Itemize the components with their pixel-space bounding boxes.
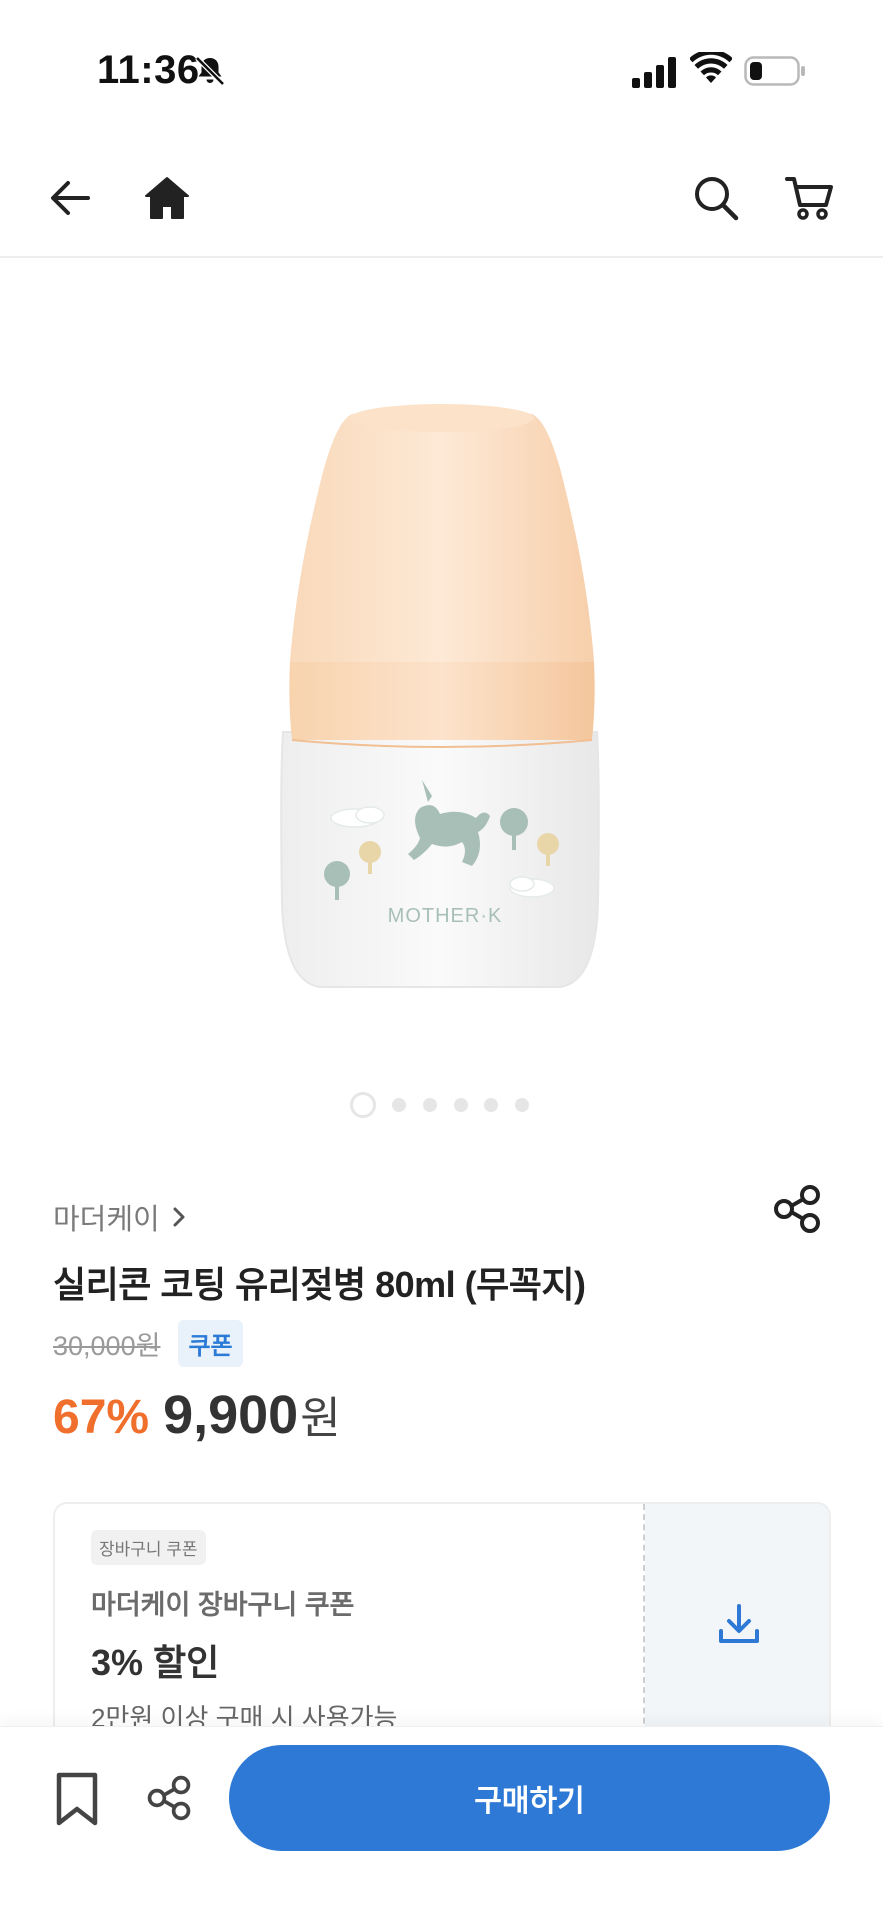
- bottom-action-bar: 구매하기: [0, 1726, 883, 1920]
- carousel-dot[interactable]: [454, 1098, 468, 1112]
- share-button-bottom[interactable]: [140, 1769, 198, 1827]
- arrow-left-icon: [51, 181, 90, 215]
- bell-slash-icon: [195, 56, 225, 86]
- search-icon: [695, 177, 739, 221]
- coupon-name: 마더케이 장바구니 쿠폰: [91, 1590, 355, 1620]
- carousel-dot[interactable]: [484, 1098, 498, 1112]
- currency-unit: 원: [300, 1394, 341, 1443]
- buy-button[interactable]: 구매하기: [229, 1745, 830, 1851]
- baby-bottle-image: MOTHER·K: [280, 404, 600, 988]
- brand-name: 마더케이: [53, 1204, 160, 1236]
- home-icon: [145, 177, 189, 219]
- chevron-right-icon: [173, 1207, 185, 1227]
- discount-rate: 67%: [53, 1391, 150, 1444]
- share-button[interactable]: [770, 1182, 824, 1236]
- carousel-dot[interactable]: [350, 1092, 376, 1118]
- cellular-signal-icon: [632, 57, 676, 88]
- carousel-dot[interactable]: [515, 1098, 529, 1112]
- product-title: 실리콘 코팅 유리젖병 80ml (무꼭지): [53, 1264, 586, 1305]
- coupon-info: 장바구니 쿠폰 마더케이 장바구니 쿠폰 3% 할인 2만원 이상 구매 시 사…: [55, 1504, 643, 1740]
- coupon-discount: 3% 할인: [91, 1642, 220, 1683]
- coupon-card: 장바구니 쿠폰 마더케이 장바구니 쿠폰 3% 할인 2만원 이상 구매 시 사…: [53, 1502, 831, 1742]
- original-price-row: 30,000원 쿠폰: [53, 1320, 243, 1367]
- carousel-dot[interactable]: [423, 1098, 437, 1112]
- bookmark-button[interactable]: [48, 1767, 106, 1831]
- coupon-badge: 쿠폰: [178, 1320, 243, 1367]
- share-icon: [147, 1775, 191, 1821]
- cart-button[interactable]: [782, 170, 838, 226]
- coupon-download-button[interactable]: [645, 1504, 829, 1740]
- coupon-tag: 장바구니 쿠폰: [91, 1530, 206, 1565]
- search-button[interactable]: [688, 170, 744, 226]
- bottle-logo-text: MOTHER·K: [388, 905, 503, 927]
- wifi-icon: [690, 52, 732, 83]
- brand-link[interactable]: 마더케이: [53, 1196, 188, 1238]
- sale-price-row: 67% 9,900 원: [53, 1382, 341, 1446]
- back-button[interactable]: [42, 170, 98, 226]
- status-bar: 11:36: [0, 0, 883, 140]
- battery-icon: [744, 56, 805, 86]
- cart-icon: [785, 177, 833, 220]
- carousel-dot[interactable]: [392, 1098, 406, 1112]
- home-button[interactable]: [139, 170, 195, 226]
- top-navigation: [0, 140, 883, 258]
- sale-price: 9,900: [163, 1385, 299, 1445]
- original-price: 30,000원: [53, 1331, 161, 1361]
- status-time: 11:36: [97, 48, 200, 92]
- download-icon: [719, 1604, 759, 1643]
- product-image[interactable]: MOTHER·K: [0, 262, 883, 1062]
- carousel-indicator: [0, 1090, 883, 1120]
- bookmark-icon: [56, 1772, 98, 1826]
- share-icon: [774, 1185, 820, 1233]
